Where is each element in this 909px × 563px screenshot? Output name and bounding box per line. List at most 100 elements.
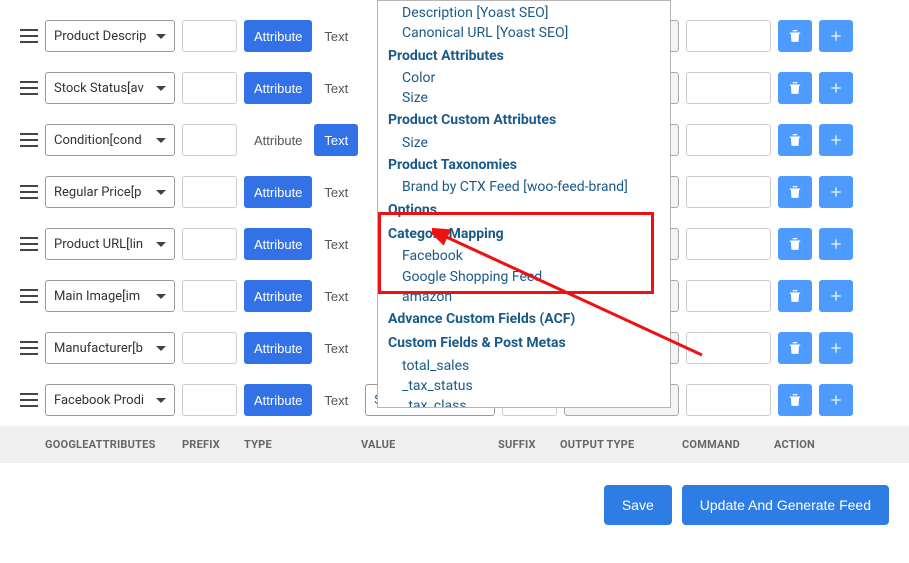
prefix-input[interactable]	[182, 176, 237, 208]
dropdown-item[interactable]: Color	[378, 68, 670, 88]
type-text-button[interactable]: Text	[314, 384, 358, 416]
prefix-input[interactable]	[182, 332, 237, 364]
prefix-input[interactable]	[182, 72, 237, 104]
google-attribute-select[interactable]: Condition[cond	[45, 124, 175, 156]
add-row-button[interactable]	[819, 332, 853, 364]
prefix-input[interactable]	[182, 124, 237, 156]
drag-handle[interactable]	[20, 185, 38, 199]
dropdown-item[interactable]: Canonical URL [Yoast SEO]	[378, 23, 670, 43]
dropdown-item[interactable]: Google Shopping Feed	[378, 267, 670, 287]
command-input[interactable]	[686, 72, 771, 104]
type-attribute-button[interactable]: Attribute	[244, 280, 312, 312]
header-value: VALUE	[361, 438, 491, 451]
google-attribute-select[interactable]: Product URL[lin	[45, 228, 175, 260]
type-toggle: AttributeText	[244, 228, 358, 260]
update-generate-button[interactable]: Update And Generate Feed	[682, 485, 889, 525]
google-attribute-select[interactable]: Main Image[im	[45, 280, 175, 312]
dropdown-group-label: Product Custom Attributes	[378, 108, 670, 132]
drag-handle[interactable]	[20, 341, 38, 355]
delete-row-button[interactable]	[778, 228, 812, 260]
type-toggle: AttributeText	[244, 384, 358, 416]
type-text-button[interactable]: Text	[314, 280, 358, 312]
type-text-button[interactable]: Text	[314, 72, 358, 104]
dropdown-group-label: Custom Fields & Post Metas	[378, 331, 670, 355]
command-input[interactable]	[686, 20, 771, 52]
add-row-button[interactable]	[819, 124, 853, 156]
column-headers: GOOGLEATTRIBUTESPREFIXTYPEVALUESUFFIXOUT…	[0, 426, 909, 463]
dropdown-item[interactable]: amazon	[378, 287, 670, 307]
prefix-input[interactable]	[182, 384, 237, 416]
type-attribute-button[interactable]: Attribute	[244, 72, 312, 104]
dropdown-group-label: Category Mapping	[378, 222, 670, 246]
drag-handle[interactable]	[20, 81, 38, 95]
prefix-input[interactable]	[182, 228, 237, 260]
type-toggle: AttributeText	[244, 332, 358, 364]
dropdown-group-label: Product Attributes	[378, 44, 670, 68]
dropdown-item[interactable]: Brand by CTX Feed [woo-feed-brand]	[378, 177, 670, 197]
type-toggle: AttributeText	[244, 72, 358, 104]
delete-row-button[interactable]	[778, 280, 812, 312]
dropdown-item[interactable]: Size	[378, 133, 670, 153]
type-toggle: AttributeText	[244, 124, 358, 156]
google-attribute-select[interactable]: Manufacturer[b	[45, 332, 175, 364]
command-input[interactable]	[686, 384, 771, 416]
dropdown-item[interactable]: Facebook	[378, 246, 670, 266]
command-input[interactable]	[686, 124, 771, 156]
dropdown-item[interactable]: _tax_status	[378, 376, 670, 396]
dropdown-group-label: Options	[378, 198, 670, 222]
header-googleattributes: GOOGLEATTRIBUTES	[45, 438, 175, 451]
header-output: OUTPUT TYPE	[560, 438, 675, 451]
add-row-button[interactable]	[819, 20, 853, 52]
type-text-button[interactable]: Text	[314, 332, 358, 364]
add-row-button[interactable]	[819, 280, 853, 312]
prefix-input[interactable]	[182, 280, 237, 312]
google-attribute-select[interactable]: Stock Status[av	[45, 72, 175, 104]
add-row-button[interactable]	[819, 384, 853, 416]
type-attribute-button[interactable]: Attribute	[244, 384, 312, 416]
delete-row-button[interactable]	[778, 176, 812, 208]
type-attribute-button[interactable]: Attribute	[244, 332, 312, 364]
add-row-button[interactable]	[819, 176, 853, 208]
command-input[interactable]	[686, 176, 771, 208]
dropdown-item[interactable]: total_sales	[378, 356, 670, 376]
drag-handle[interactable]	[20, 237, 38, 251]
type-text-button[interactable]: Text	[314, 228, 358, 260]
prefix-input[interactable]	[182, 20, 237, 52]
type-attribute-button[interactable]: Attribute	[244, 20, 312, 52]
command-input[interactable]	[686, 332, 771, 364]
drag-handle[interactable]	[20, 133, 38, 147]
dropdown-item[interactable]: Description [Yoast SEO]	[378, 3, 670, 23]
save-button[interactable]: Save	[604, 485, 672, 525]
delete-row-button[interactable]	[778, 20, 812, 52]
google-attribute-select[interactable]: Regular Price[p	[45, 176, 175, 208]
dropdown-group-label: Product Taxonomies	[378, 153, 670, 177]
delete-row-button[interactable]	[778, 332, 812, 364]
delete-row-button[interactable]	[778, 124, 812, 156]
type-attribute-button[interactable]: Attribute	[244, 228, 312, 260]
type-text-button[interactable]: Text	[314, 124, 358, 156]
type-attribute-button[interactable]: Attribute	[244, 176, 312, 208]
header-command: COMMAND	[682, 438, 767, 451]
dropdown-item[interactable]: _tax_class	[378, 396, 670, 408]
drag-handle[interactable]	[20, 289, 38, 303]
type-text-button[interactable]: Text	[314, 20, 358, 52]
type-attribute-button[interactable]: Attribute	[244, 124, 312, 156]
header-action: ACTION	[774, 438, 854, 451]
dropdown-item[interactable]: Size	[378, 88, 670, 108]
delete-row-button[interactable]	[778, 384, 812, 416]
type-text-button[interactable]: Text	[314, 176, 358, 208]
type-toggle: AttributeText	[244, 280, 358, 312]
add-row-button[interactable]	[819, 228, 853, 260]
command-input[interactable]	[686, 228, 771, 260]
google-attribute-select[interactable]: Facebook Prodi	[45, 384, 175, 416]
dropdown-group-label: Advance Custom Fields (ACF)	[378, 307, 670, 331]
drag-handle[interactable]	[20, 393, 38, 407]
attribute-dropdown-panel[interactable]: Description [Yoast SEO]Canonical URL [Yo…	[377, 0, 671, 408]
add-row-button[interactable]	[819, 72, 853, 104]
google-attribute-select[interactable]: Product Descrip	[45, 20, 175, 52]
footer: Save Update And Generate Feed	[0, 463, 909, 547]
delete-row-button[interactable]	[778, 72, 812, 104]
type-toggle: AttributeText	[244, 176, 358, 208]
drag-handle[interactable]	[20, 29, 38, 43]
command-input[interactable]	[686, 280, 771, 312]
